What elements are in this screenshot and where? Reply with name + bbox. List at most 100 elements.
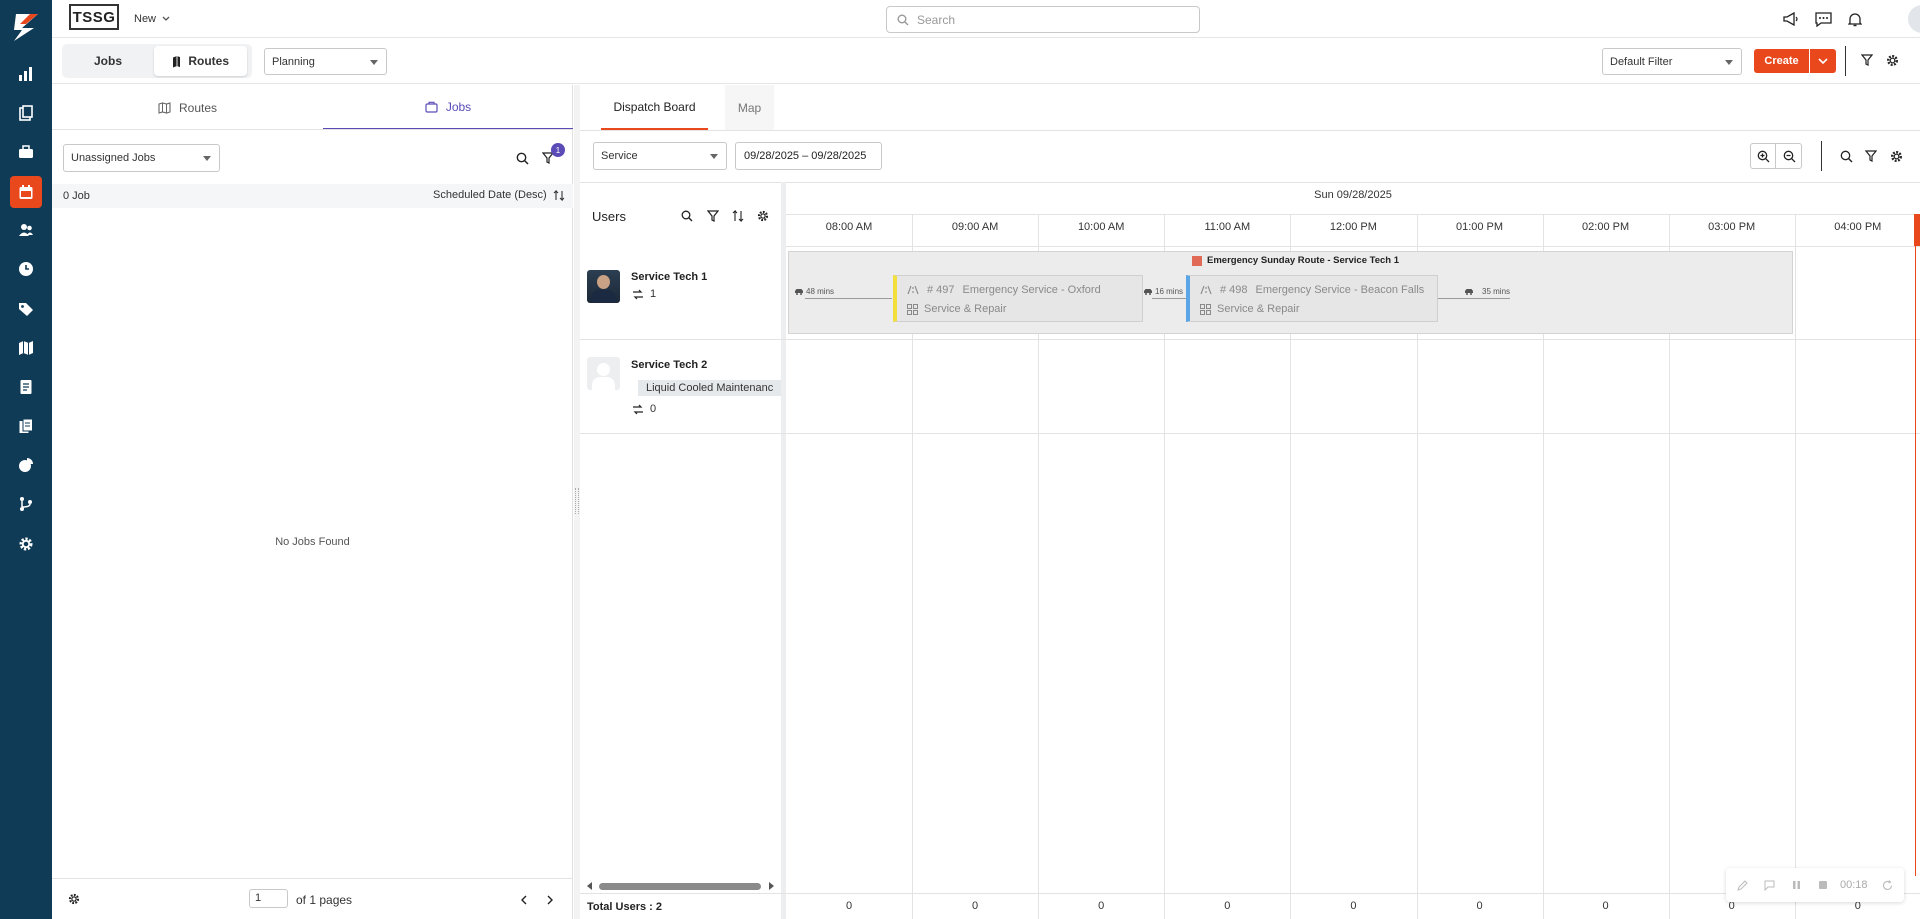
create-dropdown-button[interactable] bbox=[1810, 49, 1836, 73]
sidebar-item-customers[interactable] bbox=[10, 214, 42, 246]
new-menu[interactable]: New bbox=[134, 13, 170, 25]
announcements-icon[interactable] bbox=[1781, 9, 1801, 29]
new-label: New bbox=[134, 13, 157, 25]
sidebar-item-dashboard[interactable] bbox=[10, 58, 42, 90]
tab-dispatch-board[interactable]: Dispatch Board bbox=[601, 85, 708, 130]
current-time-line bbox=[1915, 246, 1916, 876]
sidebar-item-workflows[interactable] bbox=[10, 488, 42, 520]
scroll-right-icon[interactable] bbox=[768, 880, 776, 892]
sort-control[interactable]: Scheduled Date (Desc) bbox=[433, 189, 565, 201]
service-select[interactable]: Service bbox=[593, 142, 727, 170]
workflow-icon bbox=[20, 497, 32, 511]
date-range-picker[interactable]: 09/28/2025 – 09/28/2025 bbox=[735, 142, 882, 170]
brand-logo-icon[interactable] bbox=[12, 12, 40, 42]
company-logo[interactable]: TSSG bbox=[69, 4, 119, 30]
hour-label: 01:00 PM bbox=[1455, 221, 1504, 233]
job-497-type-label: Service & Repair bbox=[924, 303, 1007, 315]
comment-icon[interactable] bbox=[1762, 878, 1776, 892]
zoom-out-icon[interactable] bbox=[1777, 144, 1802, 168]
files-icon bbox=[19, 418, 33, 433]
sub-bar: Jobs Routes Planning Default Filter Crea… bbox=[52, 38, 1920, 84]
board-settings-gear-icon[interactable] bbox=[1888, 148, 1904, 164]
routes-toggle-button[interactable]: Routes bbox=[154, 46, 247, 76]
board-filter-icon[interactable] bbox=[1863, 148, 1879, 164]
road-icon bbox=[907, 285, 919, 295]
filter-icon[interactable] bbox=[1859, 52, 1875, 68]
bell-icon[interactable] bbox=[1845, 9, 1865, 29]
hour-label: 04:00 PM bbox=[1834, 221, 1882, 233]
view-select-value: Planning bbox=[272, 55, 315, 68]
global-search-input[interactable]: Search bbox=[886, 6, 1200, 33]
travel-segment-2: 16 mins bbox=[1143, 287, 1186, 296]
panel-settings-gear-icon[interactable] bbox=[67, 892, 81, 906]
saved-filter-select[interactable]: Default Filter bbox=[1602, 48, 1742, 75]
recording-timer: 00:18 bbox=[1840, 879, 1868, 891]
zoom-in-icon[interactable] bbox=[1751, 144, 1776, 168]
sort-label: Scheduled Date (Desc) bbox=[433, 189, 547, 201]
travel-line-1 bbox=[805, 298, 892, 299]
tech-2-skill-tag: Liquid Cooled Maintenanc bbox=[638, 380, 781, 396]
route-icon bbox=[633, 404, 643, 414]
map-icon bbox=[173, 55, 181, 67]
create-button[interactable]: Create bbox=[1754, 49, 1809, 73]
grid-icon bbox=[907, 303, 918, 315]
pen-icon[interactable] bbox=[1735, 878, 1749, 892]
sidebar-item-maps[interactable] bbox=[10, 332, 42, 364]
job-count: 0 Job bbox=[63, 190, 90, 202]
route-title[interactable]: Emergency Sunday Route - Service Tech 1 bbox=[1192, 255, 1399, 266]
saved-filter-value: Default Filter bbox=[1610, 55, 1673, 68]
prev-page-icon[interactable] bbox=[518, 893, 530, 907]
sidebar-item-documents[interactable] bbox=[10, 97, 42, 129]
sidebar-item-dispatch[interactable] bbox=[10, 176, 42, 208]
tech-2-avatar bbox=[587, 357, 620, 390]
job-card-497[interactable]: # 497 Emergency Service - Oxford Service… bbox=[893, 275, 1143, 322]
hour-job-count: 0 bbox=[1602, 900, 1609, 912]
board-search-icon[interactable] bbox=[1838, 148, 1854, 164]
job-498-title: Emergency Service - Beacon Falls bbox=[1255, 284, 1425, 296]
tab-jobs[interactable]: Jobs bbox=[323, 85, 573, 130]
sidebar-item-reports[interactable] bbox=[10, 410, 42, 442]
divider bbox=[580, 130, 1920, 131]
chat-icon[interactable] bbox=[1813, 9, 1833, 29]
divider bbox=[786, 246, 1920, 247]
sort-icon bbox=[553, 189, 565, 201]
jobs-toggle-button[interactable]: Jobs bbox=[68, 46, 140, 76]
users-filter-icon[interactable] bbox=[706, 209, 720, 223]
refresh-icon[interactable] bbox=[1880, 878, 1894, 892]
hour-job-count: 0 bbox=[972, 900, 979, 912]
travel-time-1: 48 mins bbox=[806, 287, 835, 296]
sidebar-item-jobs[interactable] bbox=[10, 136, 42, 168]
clock-icon bbox=[19, 262, 33, 276]
users-search-icon[interactable] bbox=[680, 209, 694, 223]
tab-routes[interactable]: Routes bbox=[52, 85, 323, 130]
sidebar-item-pricing[interactable] bbox=[10, 293, 42, 325]
divider bbox=[52, 129, 573, 130]
users-settings-gear-icon[interactable] bbox=[756, 209, 770, 223]
sidebar-item-settings[interactable] bbox=[10, 528, 42, 560]
search-icon bbox=[897, 14, 909, 25]
job-card-498[interactable]: # 498 Emergency Service - Beacon Falls S… bbox=[1186, 275, 1438, 322]
horizontal-scrollbar[interactable] bbox=[599, 883, 761, 890]
page-number-input[interactable]: 1 bbox=[249, 889, 288, 908]
sidebar-item-time[interactable] bbox=[10, 253, 42, 285]
jobs-panel: Routes Jobs Unassigned Jobs 1 0 Job Sche… bbox=[52, 85, 573, 919]
job-498-number: # 498 bbox=[1220, 284, 1248, 296]
resize-handle-icon[interactable] bbox=[575, 488, 579, 514]
scroll-left-icon[interactable] bbox=[586, 880, 594, 892]
pause-icon[interactable] bbox=[1789, 878, 1803, 892]
users-column-splitter[interactable] bbox=[781, 182, 786, 919]
stop-icon[interactable] bbox=[1816, 878, 1830, 892]
settings-gear-icon[interactable] bbox=[1884, 52, 1900, 68]
view-select[interactable]: Planning bbox=[264, 48, 387, 75]
route-color-swatch bbox=[1192, 255, 1202, 266]
user-avatar[interactable] bbox=[1908, 5, 1920, 33]
sidebar-item-analytics[interactable] bbox=[10, 449, 42, 481]
tab-map[interactable]: Map bbox=[725, 85, 774, 130]
routes-toggle-label: Routes bbox=[188, 54, 229, 68]
job-filter-select[interactable]: Unassigned Jobs bbox=[63, 144, 220, 172]
job-search-icon[interactable] bbox=[514, 150, 530, 166]
users-sort-icon[interactable] bbox=[731, 209, 745, 223]
sidebar-item-invoices[interactable] bbox=[10, 371, 42, 403]
divider bbox=[580, 433, 1920, 434]
next-page-icon[interactable] bbox=[544, 893, 556, 907]
